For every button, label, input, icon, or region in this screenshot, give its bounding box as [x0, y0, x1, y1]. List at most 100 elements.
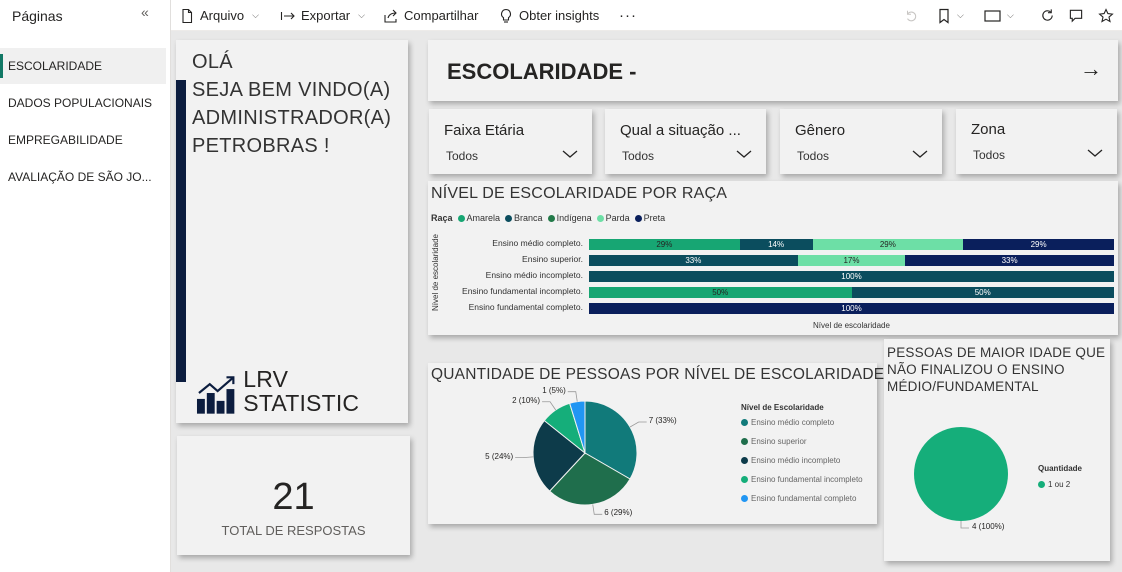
- collapse-pane-icon[interactable]: «: [141, 4, 149, 20]
- pie-data-label: 5 (24%): [485, 451, 514, 461]
- legend-item[interactable]: Ensino médio incompleto: [741, 456, 840, 465]
- legend-item[interactable]: 1 ou 2: [1038, 480, 1070, 489]
- pie-data-label: 2 (10%): [512, 395, 541, 405]
- comment-icon[interactable]: [1068, 0, 1084, 31]
- responses-value: 21: [272, 476, 315, 518]
- legend-label: Ensino médio completo: [751, 418, 835, 427]
- share-button[interactable]: Compartilhar: [383, 0, 478, 31]
- slicer-situacao: Qual a situação ... Todos: [605, 109, 766, 174]
- bar-data-label: 29%: [879, 240, 896, 249]
- page-tab-empregabilidade[interactable]: EMPREGABILIDADE: [0, 122, 166, 158]
- legend-dot: [1038, 481, 1045, 488]
- chevron-down-icon: [912, 150, 928, 158]
- y-axis-title: Nível de escolaridade: [430, 234, 440, 311]
- slicer-label: Gênero: [795, 122, 846, 139]
- legend-label: 1 ou 2: [1048, 480, 1071, 489]
- bar-data-label: 33%: [1001, 256, 1018, 265]
- bar-segment[interactable]: 29%: [812, 239, 964, 250]
- slicer-label: Zona: [971, 121, 1006, 138]
- page-tab-dados-populacionais[interactable]: DADOS POPULACIONAIS: [0, 85, 166, 121]
- legend-item[interactable]: Ensino médio completo: [741, 418, 834, 427]
- page-tab-label: ESCOLARIDADE: [8, 59, 103, 73]
- legend-item[interactable]: Ensino superior: [741, 437, 807, 446]
- bar-row: 100%: [589, 271, 1114, 282]
- page-tab-avaliacao[interactable]: AVALIAÇÃO DE SÃO JO...: [0, 159, 166, 195]
- legend-dot: [457, 214, 465, 222]
- bar-segment[interactable]: 29%: [589, 239, 740, 250]
- slicer-dropdown[interactable]: Todos: [620, 147, 752, 167]
- pie-data-label: 7 (33%): [648, 416, 677, 425]
- legend-dot: [741, 419, 748, 426]
- bar-segment[interactable]: 100%: [589, 303, 1114, 314]
- report-toolbar: Arquivo ⌵ Exportar ⌵ Compartilhar Obter …: [171, 0, 1122, 31]
- bar-segment[interactable]: 50%: [589, 287, 852, 298]
- chevron-down-icon: ⌵: [1007, 10, 1014, 20]
- bar-segment[interactable]: 100%: [589, 271, 1114, 282]
- lrv-logo: LRV STATISTIC: [196, 367, 408, 415]
- page-tab-label: AVALIAÇÃO DE SÃO JO...: [8, 170, 152, 184]
- slicer-faixa-etaria: Faixa Etária Todos: [429, 109, 592, 174]
- slicer-value: Todos: [446, 149, 479, 163]
- welcome-text: OLÁ SEJA BEM VINDO(A) ADMINISTRADOR(A) P…: [192, 48, 391, 160]
- page-tab-label: DADOS POPULACIONAIS: [8, 96, 153, 110]
- page-tab-escolaridade[interactable]: ESCOLARIDADE: [0, 48, 166, 84]
- pie-leader-line: [592, 504, 603, 515]
- pages-pane-title: Páginas: [12, 8, 63, 24]
- education-pie-card: QUANTIDADE DE PESSOAS POR NÍVEL DE ESCOL…: [428, 363, 884, 524]
- export-icon: [280, 11, 295, 20]
- legend-title: Nível de Escolaridade: [741, 403, 824, 412]
- bar-segment[interactable]: 50%: [851, 287, 1114, 298]
- lightbulb-icon: [501, 8, 511, 23]
- chevron-down-icon: ⌵: [957, 10, 964, 20]
- refresh-icon[interactable]: [1040, 0, 1055, 31]
- logo-text: LRV STATISTIC: [243, 366, 360, 416]
- legend-label: Ensino médio incompleto: [751, 456, 841, 465]
- undo-icon[interactable]: [904, 0, 918, 31]
- bar-segment[interactable]: 33%: [905, 255, 1114, 266]
- bar-category-label: Ensino médio incompleto.: [485, 270, 583, 280]
- arrow-right-icon[interactable]: →: [1080, 56, 1102, 82]
- slicer-dropdown[interactable]: Todos: [971, 146, 1103, 166]
- chevron-down-icon: [562, 150, 578, 158]
- more-options-button[interactable]: ···: [619, 0, 637, 31]
- welcome-line: ADMINISTRADOR(A): [192, 107, 392, 129]
- view-icon[interactable]: ⌵: [984, 0, 1014, 31]
- bar-category-label: Ensino médio completo.: [492, 238, 583, 248]
- pie-data-label: 6 (29%): [604, 508, 633, 518]
- bar-segment[interactable]: 17%: [797, 255, 906, 266]
- bar-segment[interactable]: 33%: [589, 255, 798, 266]
- legend-label: Branca: [514, 213, 543, 223]
- legend-item[interactable]: Ensino fundamental incompleto: [741, 475, 863, 484]
- chevron-down-icon: ⌵: [252, 10, 259, 20]
- slicer-value: Todos: [797, 149, 830, 163]
- legend-item: Parda: [596, 213, 630, 223]
- legend-label: Ensino superior: [751, 437, 807, 446]
- legend-item: Amarela: [457, 213, 501, 223]
- export-menu-button[interactable]: Exportar ⌵: [280, 0, 365, 31]
- slicer-dropdown[interactable]: Todos: [795, 147, 928, 167]
- legend-dot: [505, 214, 513, 222]
- insights-button[interactable]: Obter insights: [498, 0, 599, 31]
- bar-segment[interactable]: 29%: [963, 239, 1114, 250]
- share-label: Compartilhar: [404, 8, 479, 23]
- legend-label: Amarela: [466, 213, 501, 223]
- file-menu-button[interactable]: Arquivo ⌵: [179, 0, 259, 31]
- chevron-down-icon: ⌵: [358, 10, 365, 20]
- legend-item[interactable]: Ensino fundamental completo: [741, 494, 856, 503]
- pie-slice[interactable]: [914, 427, 1008, 521]
- responses-card: 21 TOTAL DE RESPOSTAS: [177, 436, 410, 555]
- legend-dot: [741, 476, 748, 483]
- responses-label: TOTAL DE RESPOSTAS: [221, 523, 366, 538]
- legend-item: Branca: [505, 213, 543, 223]
- legend-dot: [741, 457, 748, 464]
- chevron-down-icon: [736, 150, 752, 158]
- chevron-down-icon: [1087, 149, 1103, 157]
- bar-row: 29% 14% 29% 29%: [589, 239, 1114, 250]
- pie-leader-line: [515, 456, 534, 459]
- favorite-icon[interactable]: [1098, 0, 1114, 31]
- bookmark-icon[interactable]: ⌵: [937, 0, 964, 31]
- legend-item: Indígena: [547, 213, 592, 223]
- bar-segment[interactable]: 14%: [739, 239, 813, 250]
- slicer-dropdown[interactable]: Todos: [444, 147, 578, 167]
- slicer-value: Todos: [973, 148, 1006, 162]
